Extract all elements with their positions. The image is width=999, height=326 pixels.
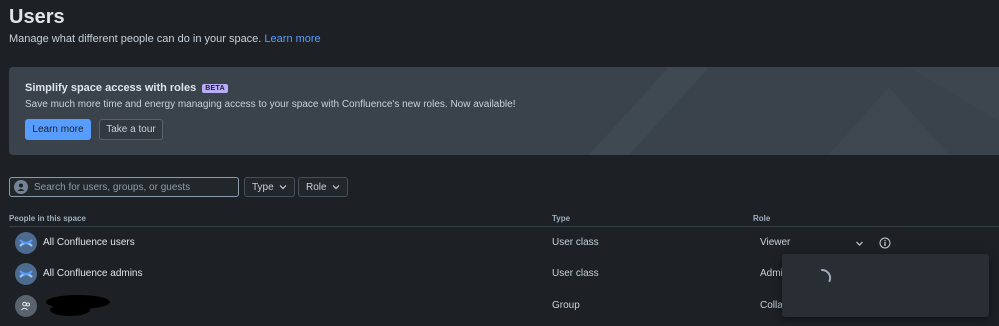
page-title: Users: [9, 6, 65, 28]
banner-title-text: Simplify space access with roles: [25, 82, 197, 94]
column-header-role: Role: [753, 214, 771, 223]
group-icon: [15, 295, 37, 317]
learn-more-button[interactable]: Learn more: [25, 119, 91, 140]
banner-decoration: [589, 67, 999, 155]
row-type: Group: [552, 300, 580, 311]
beta-badge: BETA: [202, 83, 228, 93]
column-header-people: People in this space: [9, 214, 86, 223]
loading-spinner-icon: [821, 268, 832, 282]
column-header-type: Type: [552, 214, 571, 223]
chevron-down-icon: [279, 185, 287, 190]
subtitle-text: Manage what different people can do in y…: [9, 33, 262, 45]
type-filter-label: Type: [252, 181, 274, 193]
take-a-tour-button[interactable]: Take a tour: [99, 119, 163, 140]
row-role[interactable]: Viewer: [760, 237, 790, 248]
role-filter-dropdown[interactable]: Role: [298, 177, 348, 197]
chevron-down-icon[interactable]: [855, 239, 864, 248]
role-filter-label: Role: [306, 181, 327, 193]
confluence-logo-icon: [15, 232, 37, 254]
redacted-name: [46, 295, 110, 316]
search-placeholder: Search for users, groups, or guests: [34, 181, 191, 193]
page-subtitle: Manage what different people can do in y…: [9, 33, 321, 45]
row-role[interactable]: Admi: [760, 268, 783, 279]
type-filter-dropdown[interactable]: Type: [244, 177, 295, 197]
person-search-icon: [14, 180, 28, 194]
info-icon[interactable]: [879, 237, 891, 249]
table-header-divider: [9, 226, 999, 227]
row-name: All Confluence users: [43, 237, 135, 248]
chevron-down-icon: [332, 185, 340, 190]
search-input[interactable]: Search for users, groups, or guests: [9, 177, 239, 197]
learn-more-link[interactable]: Learn more: [264, 33, 320, 45]
roles-banner: Simplify space access with roles BETA Sa…: [9, 67, 999, 155]
row-name: All Confluence admins: [43, 268, 143, 279]
row-type: User class: [552, 268, 599, 279]
banner-description: Save much more time and energy managing …: [25, 99, 516, 110]
row-type: User class: [552, 237, 599, 248]
banner-title: Simplify space access with roles BETA: [25, 82, 228, 94]
confluence-logo-icon: [15, 263, 37, 285]
row-role[interactable]: Colla: [760, 300, 783, 311]
